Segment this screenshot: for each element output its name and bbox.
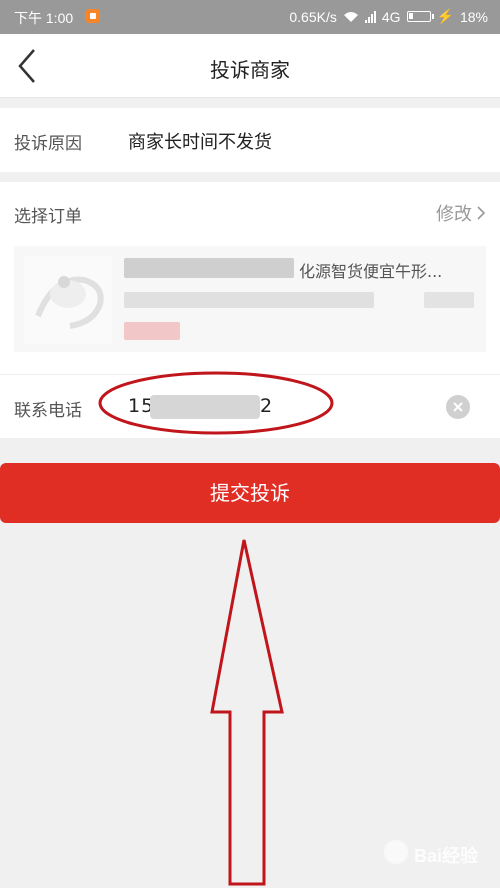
nav-bar: 投诉商家: [0, 34, 500, 98]
reason-value: 商家长时间不发货: [128, 132, 272, 153]
chevron-right-icon: [477, 206, 486, 220]
blurred-title-start: [124, 258, 294, 278]
network-type: 4G: [381, 8, 401, 25]
submit-complaint-button[interactable]: 提交投诉: [0, 463, 500, 523]
order-card[interactable]: 化源智货便宜午形...: [14, 246, 486, 352]
clear-input-button[interactable]: [446, 395, 470, 419]
blurred-spec-right: [424, 292, 474, 308]
annotation-arrow: [210, 539, 284, 886]
network-speed: 0.65K/s: [289, 8, 337, 25]
order-label: 选择订单: [14, 207, 82, 227]
status-time: 下午 1:00: [14, 10, 74, 26]
reason-label: 投诉原因: [14, 134, 82, 154]
battery-level: 18%: [459, 8, 488, 25]
phone-tail: 2: [260, 395, 273, 417]
blurred-price: [124, 322, 180, 340]
watermark-text: Bai经验: [413, 846, 478, 866]
complaint-reason-row[interactable]: 投诉原因 商家长时间不发货: [0, 108, 500, 172]
modify-label: 修改: [436, 204, 472, 225]
page-title: 投诉商家: [210, 58, 290, 82]
wifi-icon: [343, 11, 358, 22]
charging-icon: ⚡: [436, 8, 454, 24]
status-right: 0.65K/s 4G ⚡ 18%: [289, 8, 488, 25]
contact-phone-row: 联系电话 15 2: [0, 374, 500, 438]
app-notification-icon: [86, 9, 100, 23]
order-section: 选择订单 修改 化源智货便宜午形...: [0, 182, 500, 374]
signal-icon: [364, 10, 376, 23]
product-image: [24, 256, 112, 344]
phone-mask: [150, 395, 260, 419]
battery-icon: [406, 11, 434, 22]
modify-order-button[interactable]: 修改: [436, 200, 486, 226]
status-bar: 下午 1:00 0.65K/s 4G ⚡ 18%: [0, 0, 500, 34]
close-icon: [453, 402, 463, 412]
phone-label: 联系电话: [14, 401, 82, 421]
product-title: 化源智货便宜午形...: [299, 262, 443, 281]
blurred-spec: [124, 292, 374, 308]
